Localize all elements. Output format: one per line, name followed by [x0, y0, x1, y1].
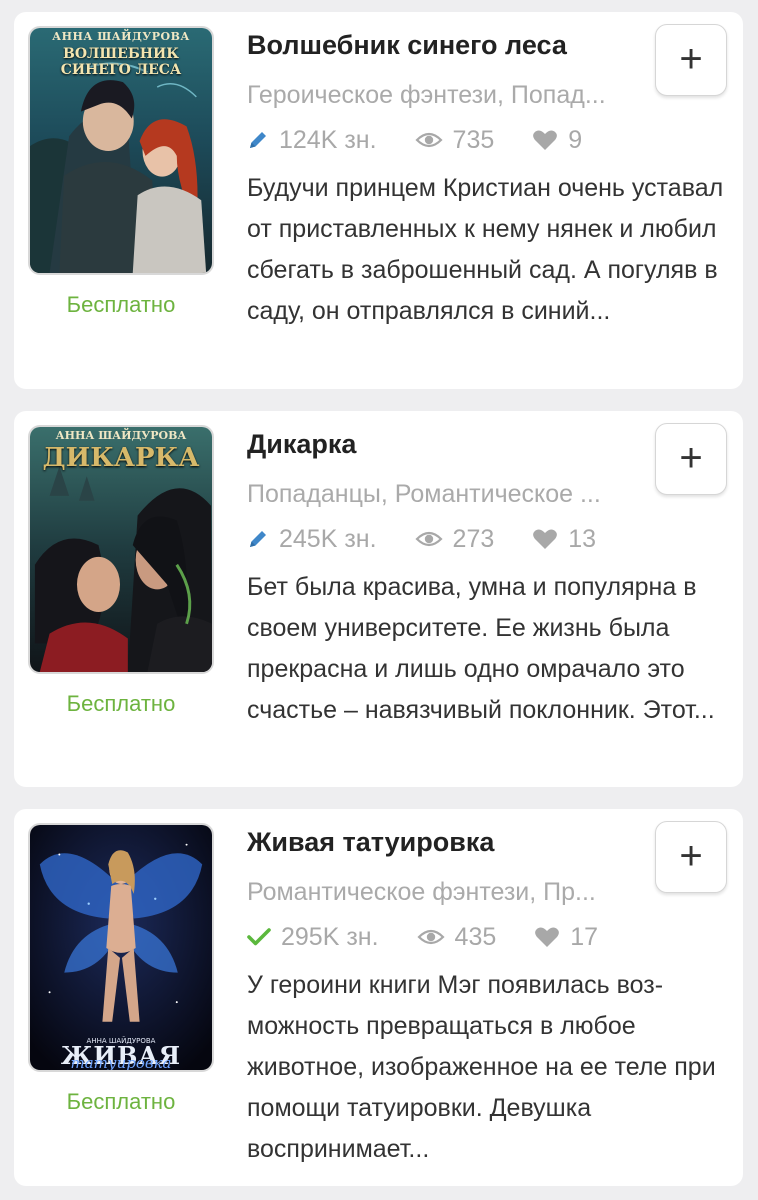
chars-count: 124K зн. — [279, 125, 377, 154]
pencil-icon — [250, 531, 266, 547]
likes-count: 17 — [570, 922, 599, 951]
book-description[interactable]: Будучи принцем Кристиан очень уставал от… — [247, 168, 733, 332]
cover-author: АННА ШАЙДУРОВА — [55, 429, 187, 442]
price-label: Бесплатно — [66, 691, 176, 716]
book-card[interactable]: АННА ШАЙДУРОВА ЖИВАЯ татуировка Бесплатн… — [14, 809, 743, 1186]
book-description[interactable]: Бет была красива, умна и популярна в сво… — [247, 567, 733, 731]
add-to-library-button[interactable]: + — [655, 24, 727, 96]
check-icon — [247, 928, 271, 946]
price-label: Бесплатно — [66, 292, 176, 317]
chars-count: 295K зн. — [281, 922, 379, 951]
pencil-icon — [250, 132, 266, 148]
eye-icon — [414, 132, 443, 148]
book-genres[interactable]: Романтическое фэнтези, Пр... — [247, 876, 637, 908]
book-stats: 295K зн. 435 17 — [247, 919, 636, 955]
chars-stat: 124K зн. — [247, 126, 377, 155]
cover-author: АННА ШАЙДУРОВА — [52, 30, 190, 43]
book-title[interactable]: Волшебник синего леса — [247, 28, 637, 62]
book-title[interactable]: Дикарка — [247, 427, 637, 461]
views-count: 735 — [452, 125, 495, 154]
price-label: Бесплатно — [66, 1089, 176, 1114]
book-genres[interactable]: Попаданцы, Романтическое ... — [247, 478, 637, 510]
eye-icon — [416, 929, 445, 945]
add-to-library-button[interactable]: + — [655, 821, 727, 893]
book-genres[interactable]: Героическое фэнтези, Попад... — [247, 79, 637, 111]
chars-count: 245K зн. — [279, 524, 377, 553]
eye-icon — [414, 531, 443, 547]
cover-art-image — [30, 825, 212, 1070]
book-cover[interactable]: АННА ШАЙДУРОВА ВОЛШЕБНИК СИНЕГО ЛЕСА — [28, 26, 214, 275]
heart-icon — [535, 927, 560, 947]
views-stat: 435 — [416, 922, 497, 952]
likes-stat: 17 — [534, 923, 598, 952]
likes-stat: 13 — [532, 525, 596, 554]
book-stats: 124K зн. 735 9 — [247, 122, 620, 158]
book-stats: 245K зн. 273 13 — [247, 521, 634, 557]
views-stat: 735 — [414, 125, 495, 155]
book-title[interactable]: Живая татуировка — [247, 825, 637, 859]
chars-stat: 245K зн. — [247, 525, 377, 554]
views-stat: 273 — [414, 524, 495, 554]
cover-title: ДИКАРКА — [42, 443, 200, 473]
book-cover[interactable]: АННА ШАЙДУРОВА ДИКАРКА — [28, 425, 214, 674]
book-card[interactable]: АННА ШАЙДУРОВА ВОЛШЕБНИК СИНЕГО ЛЕСА Бес… — [14, 12, 743, 389]
views-count: 435 — [454, 922, 497, 951]
likes-count: 13 — [568, 524, 597, 553]
heart-icon — [533, 529, 558, 549]
book-cover[interactable]: АННА ШАЙДУРОВА ЖИВАЯ татуировка — [28, 823, 214, 1072]
book-description[interactable]: У героини книги Мэг появилась воз­можнос… — [247, 965, 733, 1170]
likes-stat: 9 — [532, 126, 582, 155]
chars-stat: 295K зн. — [247, 923, 379, 952]
book-card[interactable]: АННА ШАЙДУРОВА ДИКАРКА Бесплатно Дикарка… — [14, 411, 743, 787]
views-count: 273 — [452, 524, 495, 553]
heart-icon — [533, 130, 558, 150]
cover-subtitle: татуировка — [70, 1054, 172, 1072]
add-to-library-button[interactable]: + — [655, 423, 727, 495]
likes-count: 9 — [568, 125, 583, 154]
cover-title: ВОЛШЕБНИК СИНЕГО ЛЕСА — [60, 46, 182, 78]
